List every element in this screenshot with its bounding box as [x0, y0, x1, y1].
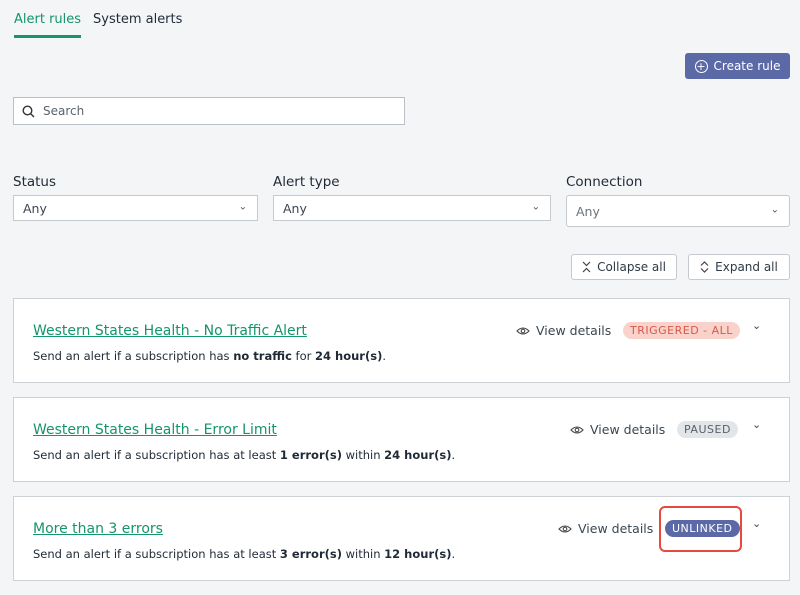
view-details-label: View details	[536, 323, 612, 338]
view-details-link[interactable]: View details	[570, 422, 665, 437]
eye-icon	[570, 425, 584, 434]
create-rule-label: Create rule	[713, 59, 781, 73]
rule-title-link[interactable]: More than 3 errors	[33, 521, 163, 537]
status-select[interactable]: Any ⌄	[13, 195, 258, 221]
plus-circle-icon: +	[694, 59, 708, 73]
chevron-down-icon[interactable]: ⌄	[752, 517, 761, 530]
alert-type-filter-label: Alert type	[273, 174, 340, 190]
rule-title-link[interactable]: Western States Health - Error Limit	[33, 422, 277, 438]
alert-rule-card: More than 3 errors Send an alert if a su…	[13, 496, 790, 581]
chevron-down-icon: ⌄	[531, 201, 540, 213]
connection-select-value: Any	[576, 203, 600, 219]
view-details-label: View details	[578, 521, 654, 536]
expand-icon	[700, 261, 709, 273]
view-details-link[interactable]: View details	[558, 521, 653, 536]
connection-filter-label: Connection	[566, 174, 643, 190]
status-select-value: Any	[23, 200, 47, 216]
status-badge: TRIGGERED - ALL	[623, 322, 740, 339]
chevron-down-icon: ⌄	[770, 204, 779, 216]
rule-description: Send an alert if a subscription has at l…	[33, 448, 456, 462]
expand-all-button[interactable]: Expand all	[688, 254, 790, 280]
alert-rule-card: Western States Health - Error Limit Send…	[13, 397, 790, 482]
chevron-down-icon[interactable]: ⌄	[752, 418, 761, 431]
status-badge: PAUSED	[677, 421, 738, 438]
expand-all-label: Expand all	[715, 260, 778, 274]
rule-description: Send an alert if a subscription has at l…	[33, 547, 456, 561]
eye-icon	[558, 524, 572, 533]
search-input[interactable]	[43, 104, 383, 118]
connection-select[interactable]: Any ⌄	[566, 195, 790, 227]
view-details-label: View details	[590, 422, 666, 437]
rule-title-link[interactable]: Western States Health - No Traffic Alert	[33, 323, 307, 339]
search-icon	[22, 104, 35, 117]
chevron-down-icon: ⌄	[238, 201, 247, 213]
create-rule-button[interactable]: + Create rule	[685, 53, 790, 79]
view-details-link[interactable]: View details	[516, 323, 611, 338]
tab-system-alerts[interactable]: System alerts	[93, 12, 182, 35]
collapse-all-label: Collapse all	[597, 260, 666, 274]
collapse-icon	[582, 261, 591, 273]
search-box	[13, 97, 405, 125]
alert-rule-card: Western States Health - No Traffic Alert…	[13, 298, 790, 383]
tab-bar: Alert rules System alerts	[0, 0, 800, 40]
alert-type-select-value: Any	[283, 200, 307, 216]
collapse-all-button[interactable]: Collapse all	[571, 254, 677, 280]
status-filter-label: Status	[13, 174, 57, 190]
alert-type-select[interactable]: Any ⌄	[273, 195, 551, 221]
rule-description: Send an alert if a subscription has no t…	[33, 349, 386, 363]
chevron-down-icon[interactable]: ⌄	[752, 319, 761, 332]
tab-alert-rules[interactable]: Alert rules	[14, 12, 82, 38]
eye-icon	[516, 326, 530, 335]
status-badge: UNLINKED	[665, 520, 740, 537]
